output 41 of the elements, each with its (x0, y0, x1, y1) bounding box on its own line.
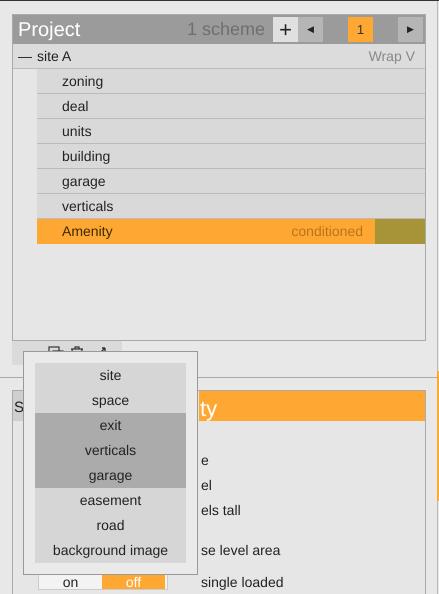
tree-item[interactable]: garage (37, 169, 425, 194)
menu-item[interactable]: verticals (35, 438, 186, 463)
menu-item[interactable]: easement (35, 488, 186, 513)
tree-item[interactable]: units (37, 119, 425, 144)
property-label: e (201, 451, 209, 470)
property-label: se level area (201, 541, 280, 560)
menu-item[interactable]: space (35, 388, 186, 413)
collapse-toggle[interactable]: — (13, 46, 37, 66)
property-label: els tall (201, 501, 241, 520)
tree-item[interactable]: zoning (37, 69, 425, 94)
property-label: single loaded (201, 572, 284, 592)
menu-item[interactable]: site (35, 363, 186, 388)
tree-item[interactable]: verticals (37, 194, 425, 219)
tree-item[interactable]: deal (37, 94, 425, 119)
menu-item[interactable]: exit (35, 413, 186, 438)
page-number: 1 (348, 17, 373, 42)
site-row[interactable]: — site A Wrap V (13, 44, 425, 69)
item-label: building (61, 146, 110, 166)
on-option[interactable]: on (39, 575, 102, 589)
property-label: el (201, 476, 212, 495)
item-label: Amenity (61, 222, 113, 241)
menu-item[interactable]: road (35, 513, 186, 538)
tree-item[interactable]: Amenity conditioned (37, 219, 425, 244)
panel-title: Project (17, 18, 80, 42)
item-tag: conditioned (291, 221, 363, 242)
site-label: site A (37, 46, 72, 66)
item-label: zoning (61, 72, 104, 91)
wrap-label: Wrap V (368, 46, 415, 66)
menu-item[interactable]: background image (35, 538, 186, 563)
item-label: units (61, 122, 92, 140)
tree-item[interactable]: building (37, 144, 425, 169)
item-label: verticals (61, 196, 114, 216)
on-off-switch[interactable]: on off (38, 574, 168, 590)
previous-button[interactable]: ◀ (298, 17, 323, 42)
menu-item[interactable]: garage (35, 463, 186, 488)
item-label: deal (61, 96, 88, 116)
item-label: garage (61, 172, 106, 191)
space-title: ty (199, 391, 425, 421)
next-button[interactable]: ▶ (398, 17, 423, 42)
panel-tab[interactable]: S (13, 391, 23, 421)
add-scheme-button[interactable]: + (273, 17, 298, 42)
